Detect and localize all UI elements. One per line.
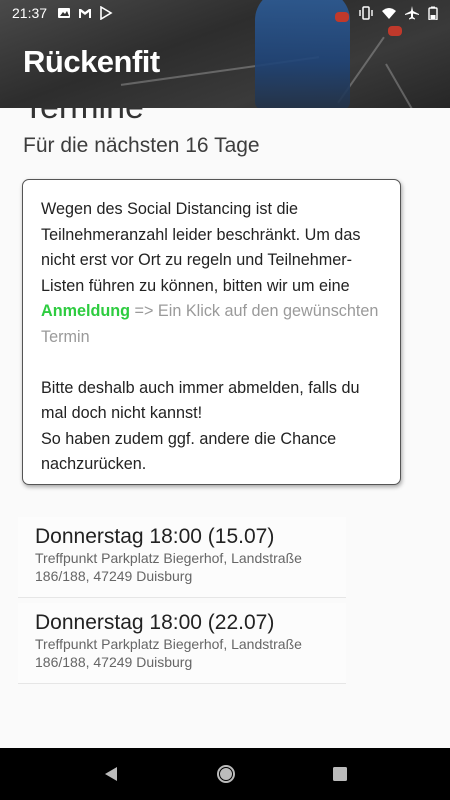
- airplane-icon: [405, 6, 419, 20]
- home-icon[interactable]: [215, 763, 237, 785]
- event-location: Treffpunkt Parkplatz Biegerhof, Landstra…: [35, 550, 302, 584]
- info-text-3: So haben zudem ggf. andere die Chance na…: [41, 429, 337, 474]
- battery-icon: [428, 6, 438, 20]
- content-area: Termine Für die nächsten 16 Tage Wegen d…: [0, 0, 450, 748]
- status-time: 21:37: [12, 5, 48, 21]
- info-paragraph-2: Bitte deshalb auch immer abmelden, falls…: [41, 376, 382, 478]
- wifi-icon: [382, 8, 396, 19]
- play-store-icon: [100, 6, 113, 20]
- navigation-bar: [0, 748, 450, 800]
- event-item[interactable]: Donnerstag 18:00 (15.07) Treffpunkt Park…: [18, 517, 346, 598]
- system-icons: [359, 6, 438, 20]
- notification-icons: [57, 6, 113, 20]
- info-paragraph-1: Wegen des Social Distancing ist die Teil…: [41, 197, 382, 350]
- gmail-icon: [79, 9, 92, 18]
- image-icon: [58, 8, 71, 18]
- info-card: Wegen des Social Distancing ist die Teil…: [22, 179, 401, 485]
- court-line: [385, 63, 417, 108]
- event-title: Donnerstag 18:00 (22.07): [35, 611, 275, 634]
- header-photo-detail: [388, 26, 402, 36]
- app-title: Rückenfit: [23, 44, 160, 79]
- recents-icon[interactable]: [332, 766, 348, 782]
- back-icon[interactable]: [102, 765, 120, 783]
- vibrate-icon: [359, 6, 373, 20]
- event-location: Treffpunkt Parkplatz Biegerhof, Landstra…: [35, 636, 302, 670]
- info-text-1: Wegen des Social Distancing ist die Teil…: [41, 200, 361, 295]
- event-item[interactable]: Donnerstag 18:00 (22.07) Treffpunkt Park…: [18, 603, 346, 684]
- info-text-2: Bitte deshalb auch immer abmelden, falls…: [41, 378, 360, 423]
- anmeldung-link[interactable]: Anmeldung: [41, 302, 130, 320]
- event-title: Donnerstag 18:00 (15.07): [35, 525, 275, 548]
- status-bar: 21:37: [0, 0, 450, 26]
- section-subtitle: Für die nächsten 16 Tage: [23, 134, 260, 157]
